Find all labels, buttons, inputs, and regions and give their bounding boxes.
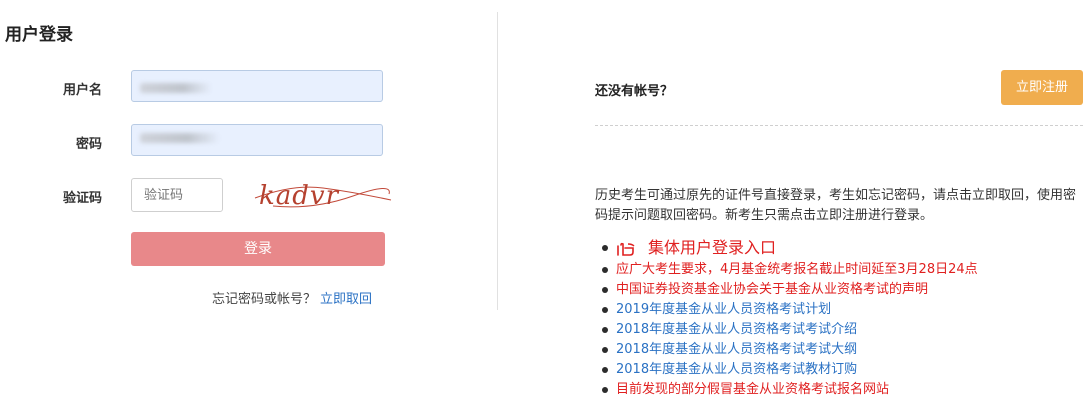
news-item[interactable]: 应广大考生要求，4月基金统考报名截止时间延至3月28日24点 — [602, 260, 978, 280]
recover-link[interactable]: 立即取回 — [320, 292, 372, 307]
captcha-input[interactable] — [131, 178, 223, 212]
news-link[interactable]: 中国证券投资基金业协会关于基金从业资格考试的声明 — [616, 282, 928, 297]
register-panel: 还没有帐号？ 立即注册 历史考生可通过原先的证件号直接登录，考生如忘记密码，请点… — [498, 0, 1090, 404]
news-item[interactable]: 集体用户登录入口 — [602, 236, 978, 260]
news-link[interactable]: 2018年度基金从业人员资格考试考试介绍 — [616, 322, 857, 337]
news-link[interactable]: 目前发现的部分假冒基金从业资格考试报名网站 — [616, 382, 889, 397]
news-list: 集体用户登录入口 应广大考生要求，4月基金统考报名截止时间延至3月28日24点 … — [602, 236, 978, 400]
news-link[interactable]: 2018年度基金从业人员资格考试教材订购 — [616, 362, 857, 377]
masked-password — [140, 133, 220, 143]
news-link[interactable]: 2019年度基金从业人员资格考试计划 — [616, 302, 831, 317]
username-input[interactable] — [131, 70, 383, 102]
captcha-image[interactable]: kadvr — [253, 176, 393, 214]
news-link[interactable]: 应广大考生要求，4月基金统考报名截止时间延至3月28日24点 — [616, 262, 978, 277]
password-label: 密码 — [75, 137, 102, 152]
password-input[interactable] — [131, 124, 383, 156]
bullet — [602, 287, 608, 293]
bullet — [602, 347, 608, 353]
masked-username — [140, 83, 212, 93]
bullet — [602, 245, 608, 251]
bullet — [602, 327, 608, 333]
news-item[interactable]: 目前发现的部分假冒基金从业资格考试报名网站 — [602, 380, 978, 400]
news-link[interactable]: 2018年度基金从业人员资格考试考试大纲 — [616, 342, 857, 357]
news-item[interactable]: 2018年度基金从业人员资格考试考试大纲 — [602, 340, 978, 360]
register-description: 历史考生可通过原先的证件号直接登录，考生如忘记密码，请点击立即取回，使用密码提示… — [595, 188, 1077, 223]
no-account-text: 还没有帐号？ — [595, 84, 674, 99]
bullet — [602, 307, 608, 313]
news-link[interactable]: 集体用户登录入口 — [648, 238, 776, 257]
bullet — [602, 267, 608, 273]
forgot-row: 忘记密码或帐号？ 立即取回 — [212, 288, 372, 307]
register-button[interactable]: 立即注册 — [1001, 70, 1083, 105]
bullet — [602, 367, 608, 373]
username-label: 用户名 — [62, 83, 102, 98]
news-item[interactable]: 2018年度基金从业人员资格考试考试介绍 — [602, 320, 978, 340]
dashed-divider — [595, 125, 1083, 126]
captcha-label: 验证码 — [62, 191, 102, 206]
forgot-text: 忘记密码或帐号？ — [212, 292, 317, 307]
bullet — [602, 387, 608, 393]
pointing-hand-icon — [617, 242, 635, 256]
captcha-text: kadvr — [259, 181, 340, 211]
page-title: 用户登录 — [5, 25, 73, 45]
news-item[interactable]: 2019年度基金从业人员资格考试计划 — [602, 300, 978, 320]
news-item[interactable]: 中国证券投资基金业协会关于基金从业资格考试的声明 — [602, 280, 978, 300]
news-item[interactable]: 2018年度基金从业人员资格考试教材订购 — [602, 360, 978, 380]
login-panel: 用户登录 用户名 密码 验证码 kadvr 登录 忘记密码或帐号？立即取回 — [0, 0, 497, 404]
login-button[interactable]: 登录 — [131, 232, 385, 266]
